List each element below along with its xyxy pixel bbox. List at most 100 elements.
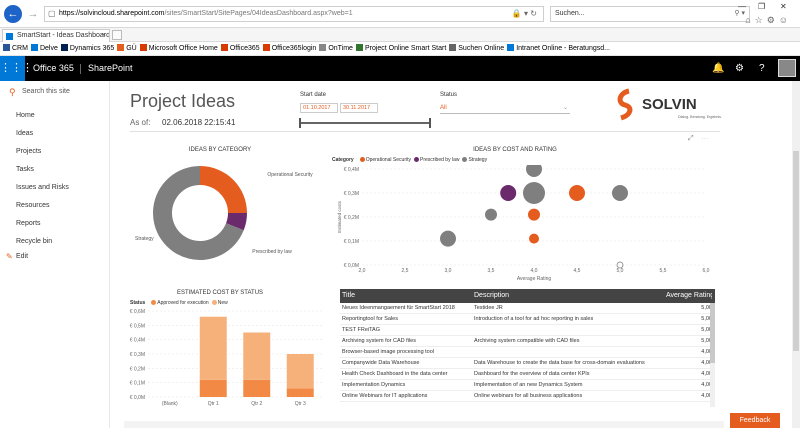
- pencil-icon: ✎: [6, 252, 13, 261]
- nav-item-recycle-bin[interactable]: Recycle bin: [16, 238, 52, 245]
- x-tick-label: 4,0: [531, 268, 538, 274]
- favorite-icon: [60, 44, 68, 51]
- estimated-cost-by-status-bar-chart: € 0,0M € 0,1M € 0,2M € 0,3M € 0,4M € 0,5M € 0,…: [130, 309, 322, 407]
- bell-icon[interactable]: 🔔: [712, 56, 724, 81]
- cell-title: Archiving system for CAD files: [342, 338, 416, 344]
- status-filter-value: All: [440, 105, 447, 111]
- waffle-icon: ⋮⋮⋮: [0, 62, 33, 74]
- donut-slice-label: Prescribed by law: [252, 249, 292, 255]
- home-star-gear-icons[interactable]: ⌂☆⚙☺: [745, 15, 792, 26]
- favorite-link[interactable]: Office365login: [262, 42, 316, 55]
- table-row[interactable]: Companywide Data Warehouse Data Warehouse…: [340, 359, 715, 369]
- table-row[interactable]: Implementation Dynamics Implementation of…: [340, 381, 715, 391]
- y-tick-label: € 0,0M: [344, 263, 359, 269]
- favorite-link[interactable]: OnTime: [319, 42, 353, 55]
- table-row[interactable]: Neues Ideenmangaement für SmartStart 201…: [340, 304, 715, 314]
- status-filter-select[interactable]: All ⌄: [440, 103, 570, 114]
- table-row[interactable]: Browser-based image processing tool 4,00: [340, 348, 715, 358]
- edit-nav-link[interactable]: ✎ Edit: [6, 252, 29, 261]
- cell-description: Data Warehouse to create the data base f…: [474, 360, 645, 366]
- url-input[interactable]: ▢ https://solvincloud.sharepoint.com/sit…: [44, 6, 544, 22]
- start-date-from-input[interactable]: 01.10.2017: [300, 103, 338, 113]
- browser-tab[interactable]: SmartStart - Ideas Dashboard ×: [2, 29, 110, 42]
- favorite-link[interactable]: Suchen Online: [449, 42, 504, 55]
- col-rating-header[interactable]: Average Rating: [666, 289, 712, 303]
- browser-search-input[interactable]: Suchen... ⚲ ▾: [550, 6, 750, 22]
- page-scrollbar-thumb[interactable]: [793, 151, 799, 351]
- site-search-input[interactable]: ⚲ Search this site: [6, 85, 106, 99]
- col-description-header[interactable]: Description: [474, 289, 664, 303]
- legend-label: Strategy: [468, 157, 488, 163]
- favorite-link[interactable]: Project Online Smart Start: [355, 42, 446, 55]
- gear-icon[interactable]: ⚙: [735, 56, 744, 81]
- favorite-icon: [117, 44, 125, 51]
- cell-title: Reportingtool for Sales: [342, 316, 398, 322]
- arrow-left-icon: ←: [7, 8, 19, 20]
- nav-item-tasks[interactable]: Tasks: [16, 166, 34, 173]
- nav-item-reports[interactable]: Reports: [16, 220, 41, 227]
- feedback-button[interactable]: Feedback: [730, 413, 780, 428]
- cell-description: Implementation of an new Dynamics System: [474, 382, 583, 388]
- nav-item-issues-risks[interactable]: Issues and Risks: [16, 184, 69, 191]
- scatter-point: [526, 165, 542, 177]
- start-date-to-input[interactable]: 30.11.2017: [340, 103, 378, 113]
- close-window-button[interactable]: ✕: [780, 2, 787, 11]
- favorite-link[interactable]: Microsoft Office Home: [139, 42, 218, 55]
- site-search-placeholder: Search this site: [22, 88, 70, 95]
- cell-title: Health Check Dashboard in the data cente…: [342, 371, 448, 377]
- x-tick-label: 2,0: [359, 268, 366, 274]
- avatar[interactable]: [778, 59, 796, 77]
- minimize-button[interactable]: —: [738, 2, 746, 11]
- bar-segment: [199, 316, 227, 380]
- table-row[interactable]: TEST FReiTAG 5,00: [340, 326, 715, 336]
- favorite-link[interactable]: CRM: [3, 42, 28, 55]
- table-row[interactable]: Online Webinars for IT applications Onlin…: [340, 392, 715, 402]
- legend-swatch: [151, 300, 157, 305]
- y-tick-label: € 0,1M: [130, 381, 145, 387]
- back-button[interactable]: ←: [4, 5, 22, 23]
- focus-mode-icon[interactable]: ⤢ ⋯: [688, 135, 712, 143]
- as-of-value: 02.06.2018 22:15:41: [162, 118, 236, 127]
- forward-button[interactable]: →: [24, 5, 42, 23]
- cell-title: TEST FReiTAG: [342, 327, 380, 333]
- favorite-link[interactable]: Dynamics 365: [60, 42, 115, 55]
- date-range-slider[interactable]: [300, 122, 430, 124]
- table-scrollbar-thumb[interactable]: [710, 303, 715, 363]
- col-title-header[interactable]: Title: [342, 289, 472, 303]
- cell-description: Archiving system compatible with CAD fil…: [474, 338, 580, 344]
- bar-segment: [243, 379, 271, 397]
- nav-item-projects[interactable]: Projects: [16, 148, 41, 155]
- favorite-label: Dynamics 365: [69, 45, 115, 52]
- maximize-button[interactable]: ❐: [758, 2, 765, 11]
- favorite-link[interactable]: GÜ: [117, 42, 137, 55]
- suite-app-name[interactable]: SharePoint: [88, 56, 133, 81]
- suite-brand[interactable]: Office 365: [33, 56, 74, 81]
- nav-item-ideas[interactable]: Ideas: [16, 130, 33, 137]
- donut-slice-label: Operational Security: [267, 172, 313, 178]
- help-icon[interactable]: ?: [759, 56, 765, 81]
- edit-label: Edit: [16, 253, 29, 260]
- table-row[interactable]: Reportingtool for Sales Introduction of a…: [340, 315, 715, 325]
- date-slider-handle-start[interactable]: [299, 118, 301, 128]
- donut-chart-title: IDEAS BY CATEGORY: [188, 147, 252, 153]
- favorite-icon: [507, 44, 515, 51]
- table-row[interactable]: Health Check Dashboard in the data cente…: [340, 370, 715, 380]
- nav-item-home[interactable]: Home: [16, 112, 35, 119]
- tab-close-icon[interactable]: ×: [102, 30, 106, 42]
- lock-icon[interactable]: 🔒 ▾ ↻: [512, 7, 537, 21]
- x-category-label: Qtr 2: [251, 401, 262, 407]
- new-tab-button[interactable]: [112, 30, 122, 40]
- favorite-label: Microsoft Office Home: [148, 45, 218, 52]
- favorite-link[interactable]: Intranet Online - Beratungsd...: [507, 42, 610, 55]
- legend-label: Operational Security: [365, 157, 411, 163]
- legend-swatch: [211, 300, 217, 305]
- cell-rating: 4,00: [701, 393, 712, 399]
- nav-item-resources[interactable]: Resources: [16, 202, 49, 209]
- table-row[interactable]: Archiving system for CAD files Archiving …: [340, 337, 715, 347]
- app-launcher-button[interactable]: ⋮⋮⋮: [0, 56, 33, 81]
- horizontal-scrollbar[interactable]: [124, 421, 724, 428]
- date-slider-handle-end[interactable]: [429, 118, 431, 128]
- favorite-link[interactable]: Office365: [220, 42, 260, 55]
- favorite-link[interactable]: Delve: [30, 42, 58, 55]
- favorite-label: CRM: [12, 45, 28, 52]
